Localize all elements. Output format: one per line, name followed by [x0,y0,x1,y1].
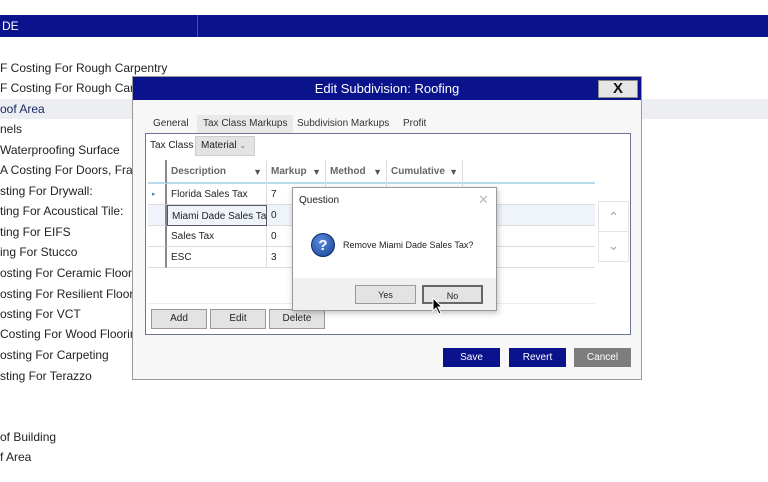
delete-button[interactable]: Delete [269,309,325,329]
header-filler [463,160,595,184]
chevron-down-icon: ⌄ [239,141,246,150]
filter-icon[interactable]: ▼ [373,160,382,184]
column-label: Description [171,166,226,177]
move-down-button[interactable]: ⌄ [599,232,628,262]
question-message: Remove Miami Dade Sales Tax? [343,240,473,250]
row-indicator[interactable] [148,226,167,247]
mouse-cursor-icon [432,297,444,315]
yes-button[interactable]: Yes [355,285,416,304]
question-footer: Yes No [293,278,496,310]
column-label: Cumulative [391,166,445,177]
close-button[interactable]: X [598,80,638,98]
move-up-button[interactable]: ⌃ [599,202,628,232]
column-markup[interactable]: Markup ▼ [267,160,326,184]
chevron-up-icon: ⌃ [608,209,620,225]
close-icon[interactable]: ✕ [478,192,489,208]
list-item[interactable]: nels [0,119,22,139]
tab-general[interactable]: General [147,115,195,133]
description-cell[interactable]: Sales Tax [167,226,267,247]
revert-button[interactable]: Revert [509,348,566,367]
column-header-bar: DE [0,15,768,37]
save-button[interactable]: Save [443,348,500,367]
column-header: DE [0,19,19,33]
column-description[interactable]: Description ▼ [167,160,267,184]
list-item[interactable]: f Area [0,447,31,467]
list-item[interactable]: osting For Ceramic Flooring [0,263,148,283]
list-item[interactable]: Costing For Wood Floorin [0,324,137,344]
tab-tax-class-markups[interactable]: Tax Class Markups [197,115,293,133]
chevron-down-icon: ⌄ [608,237,620,253]
list-item[interactable]: sting For Drywall: [0,181,93,201]
description-cell[interactable]: Miami Dade Sales Tax [167,205,267,226]
tax-class-value: Material [201,140,237,151]
list-item[interactable]: Waterproofing Surface [0,140,120,160]
filter-icon[interactable]: ▼ [449,160,458,184]
list-item[interactable]: sting For Terazzo [0,366,92,386]
list-item[interactable]: of Building [0,427,56,447]
list-item[interactable]: osting For Resilient Flooring [0,284,149,304]
description-cell[interactable]: Florida Sales Tax [167,184,267,205]
list-item[interactable]: A Costing For Doors, Frame [0,160,149,180]
tab-subdivision-markups[interactable]: Subdivision Markups [291,115,395,133]
row-indicator-header [148,160,167,184]
column-label: Markup [271,166,307,177]
dialog-title: Edit Subdivision: Roofing [133,77,641,100]
column-divider[interactable] [197,15,198,37]
list-item[interactable]: ting For Acoustical Tile: [0,201,123,221]
filter-icon[interactable]: ▼ [253,160,262,184]
list-item[interactable]: F Costing For Rough Carpe [0,78,147,98]
column-cumulative[interactable]: Cumulative ▼ [387,160,463,184]
column-method[interactable]: Method ▼ [326,160,387,184]
tab-profit[interactable]: Profit [397,115,432,133]
reorder-buttons: ⌃ ⌄ [598,201,629,262]
list-item[interactable]: F Costing For Rough Carpentry [0,58,167,78]
add-button[interactable]: Add [151,309,207,329]
question-icon: ? [311,233,335,257]
description-cell[interactable]: ESC [167,247,267,268]
filter-icon[interactable]: ▼ [312,160,321,184]
row-indicator[interactable] [148,247,167,268]
list-item[interactable]: ing For Stucco [0,242,77,262]
row-indicator[interactable]: ▸ [148,184,167,205]
edit-button[interactable]: Edit [210,309,266,329]
list-item[interactable]: osting For VCT [0,304,81,324]
row-indicator[interactable] [148,205,167,226]
question-title: Question [299,195,339,206]
tax-class-label: Tax Class [150,140,193,151]
column-label: Method [330,166,366,177]
tax-class-select[interactable]: Material ⌄ [195,136,255,156]
cancel-button[interactable]: Cancel [574,348,631,367]
list-item[interactable]: osting For Carpeting [0,345,109,365]
question-dialog: Question ✕ ? Remove Miami Dade Sales Tax… [292,187,497,311]
list-item[interactable]: ting For EIFS [0,222,71,242]
